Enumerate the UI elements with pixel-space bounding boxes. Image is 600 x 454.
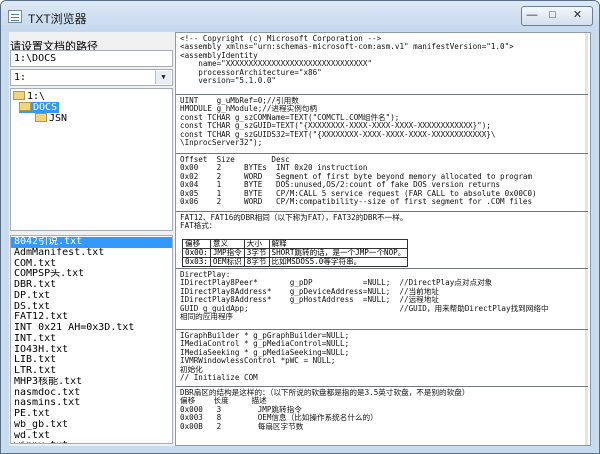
tree-item-label: DOCS [33, 102, 58, 113]
file-list-item[interactable]: COM.txt [11, 259, 172, 270]
file-list-items: 8042引说.txt AdmManifest.txt COM.txt COMPSP头.… [11, 236, 172, 443]
file-list-item[interactable]: INT.txt [11, 334, 172, 345]
doc-chunk-text: DBR扇区的结构是这样的：（以下所说的软盘都是指的是3.5英寸软盘，不是别的软盘… [180, 388, 470, 431]
file-list-item[interactable]: winpy.txt [11, 441, 172, 443]
scrollbar[interactable] [585, 95, 588, 153]
file-list-item[interactable]: 8042引说.txt [11, 237, 172, 248]
file-list-item[interactable]: DS.txt [11, 302, 172, 313]
doc-chunk-6: IGraphBuilder * g_pGraphBuilder=NULL; IM… [176, 330, 588, 387]
app-window: TXT浏览器 — □ ✕ 请设置文档的路径 1:\DOCS 1: ▼ 1:\ D… [0, 0, 600, 454]
file-list[interactable]: 8042引说.txt AdmManifest.txt COM.txt COMPSP头.… [10, 235, 173, 444]
text-viewer[interactable]: <!-- Copyright (c) Microsoft Corporation… [175, 32, 591, 446]
doc-chunk-text: <!-- Copyright (c) Microsoft Corporation… [180, 34, 514, 86]
file-list-item[interactable]: LIB.txt [11, 355, 172, 366]
tree-item-jsn[interactable]: JSN [35, 113, 67, 124]
doc-chunk-5: DirectPlay: IDirectPlay8Peer* g_pDP =NUL… [176, 269, 588, 330]
title-bar[interactable]: TXT浏览器 — □ ✕ [1, 1, 599, 31]
tree-item-label: 1:\ [27, 91, 46, 102]
chevron-down-icon[interactable]: ▼ [155, 71, 171, 84]
window-title: TXT浏览器 [28, 12, 87, 26]
doc-chunk-text: FAT12、FAT16的DBR相同（以下称为FAT），FAT32的DBR不一样。… [180, 213, 408, 231]
doc-chunk-text: UINT g_uMbRef=0;//引用数 HMODULE g_hModule;… [180, 96, 496, 148]
doc-chunk-text: IGraphBuilder * g_pGraphBuilder=NULL; IM… [180, 331, 350, 383]
close-button[interactable]: ✕ [563, 6, 593, 26]
doc-chunk-text: Offset Size Desc 0x00 2 BYTEs INT 0x20 i… [180, 155, 537, 207]
file-list-item[interactable]: AdmManifest.txt [11, 248, 172, 259]
doc-chunk-7: DBR扇区的结构是这样的：（以下所说的软盘都是指的是3.5英寸软盘，不是别的软盘… [176, 387, 588, 445]
file-list-item[interactable]: COMPSP头.txt [11, 269, 172, 280]
tree-item-root[interactable]: 1:\ [13, 91, 45, 102]
scrollbar[interactable] [585, 269, 588, 329]
file-list-item[interactable]: LTR.txt [11, 366, 172, 377]
file-list-item[interactable]: IO43H.txt [11, 345, 172, 356]
path-input[interactable]: 1:\DOCS [10, 50, 173, 67]
doc-chunk-3: Offset Size Desc 0x00 2 BYTEs INT 0x20 i… [176, 154, 588, 212]
file-list-item[interactable]: FAT12.txt [11, 312, 172, 323]
file-list-item[interactable]: PE.txt [11, 409, 172, 420]
fat-table-cell: 8字节 [243, 257, 270, 267]
file-list-item[interactable]: nasmins.txt [11, 398, 172, 409]
minimize-button[interactable]: — [521, 6, 543, 26]
doc-chunk-2: UINT g_uMbRef=0;//引用数 HMODULE g_hModule;… [176, 95, 588, 154]
folder-icon [35, 113, 47, 122]
client-area: 请设置文档的路径 1:\DOCS 1: ▼ 1:\ DOCS JSN 8042引… [9, 32, 591, 446]
folder-open-icon [19, 102, 31, 111]
fat-table-cell: OEM标识 [209, 257, 245, 267]
drive-select[interactable]: 1: ▼ [10, 69, 173, 86]
file-list-item[interactable]: wd.txt [11, 431, 172, 442]
file-list-item[interactable]: DBR.txt [11, 280, 172, 291]
scrollbar[interactable] [585, 33, 588, 94]
drive-select-value: 1: [14, 72, 27, 83]
doc-chunk-1: <!-- Copyright (c) Microsoft Corporation… [176, 33, 588, 95]
file-list-item[interactable]: MHP3核能.txt [11, 377, 172, 388]
scrollbar[interactable] [585, 330, 588, 386]
doc-chunk-4: FAT12、FAT16的DBR相同（以下称为FAT），FAT32的DBR不一样。… [176, 212, 588, 269]
tree-item-docs[interactable]: DOCS [19, 102, 60, 113]
file-list-item[interactable]: DP.txt [11, 291, 172, 302]
fat-table-row: 0x03: OEM标识 8字节 比如MSDOS5.0等字符串。 [182, 257, 409, 267]
scrollbar[interactable] [585, 212, 588, 268]
file-list-item[interactable]: INT 0x21 AH=0x3D.txt [11, 323, 172, 334]
folder-open-icon [13, 91, 25, 100]
file-list-item[interactable]: nasmdoc.txt [11, 388, 172, 399]
tree-item-label: JSN [49, 113, 68, 124]
scrollbar[interactable] [585, 154, 588, 211]
fat-table: 偏移 意义 大小 解释 0x00: JMP指令 3字节 SHORT跳转的话，是一个JMP一个N… [182, 239, 409, 267]
directory-tree[interactable]: 1:\ DOCS JSN [10, 88, 173, 231]
fat-table-cell: 0x03: [182, 257, 211, 267]
app-icon [8, 10, 22, 23]
fat-table-cell: 比如MSDOS5.0等字符串。 [268, 257, 409, 267]
doc-chunk-text: DirectPlay: IDirectPlay8Peer* g_pDP =NUL… [180, 270, 549, 322]
scrollbar[interactable] [585, 387, 588, 445]
maximize-button[interactable]: □ [542, 6, 564, 26]
file-list-item[interactable]: wb_gb.txt [11, 420, 172, 431]
